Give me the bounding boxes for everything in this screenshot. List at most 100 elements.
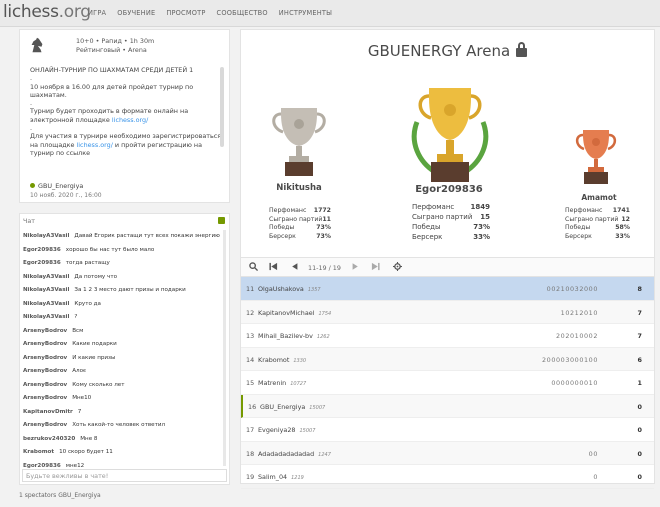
player-name[interactable]: GBU_Energiya 15007 — [260, 403, 325, 411]
player-username[interactable]: Krabomot — [258, 356, 289, 364]
nav-tools[interactable]: ИНСТРУМЕНТЫ — [279, 9, 332, 17]
chat-message: Egor209836 хорошо бы нас тут было мало — [23, 244, 221, 258]
standings-row[interactable]: 14 Krabomot 1330 200003000100 6 — [241, 347, 654, 371]
chat-message: Egor209836 тогда растащу — [23, 257, 221, 271]
lichess-link[interactable]: lichess.org/ — [77, 141, 113, 149]
podium-player-name[interactable]: Amamot — [559, 193, 639, 202]
player-name[interactable]: Salim_04 1219 — [258, 473, 304, 481]
chat-username[interactable]: Egor209836 — [23, 247, 61, 253]
chat-username[interactable]: ArsenyBodrov — [23, 328, 67, 334]
arena-title: GBUENERGY Arena — [241, 42, 654, 60]
player-username[interactable]: Mihail_Bazilev-bv — [258, 332, 313, 340]
chat-scrollbar[interactable] — [223, 230, 226, 466]
standings-row[interactable]: 17 Evgeniya28 15007 0 — [241, 418, 654, 442]
player-score: 1 — [637, 379, 642, 387]
player-rating: 1754 — [318, 310, 332, 317]
chat-username[interactable]: NikolayA3Vasil — [23, 233, 69, 239]
chat-panel: Чат NikolayA3Vasil Давай Егорик растащи т… — [19, 213, 230, 485]
podium-player-name[interactable]: Nikitusha — [259, 183, 339, 193]
previous-page-icon[interactable] — [291, 262, 299, 271]
first-page-icon[interactable] — [269, 262, 278, 271]
player-name[interactable]: Mihail_Bazilev-bv 1262 — [258, 332, 330, 340]
player-name[interactable]: Adadadadadadad 1247 — [258, 450, 331, 458]
nav-play[interactable]: ИГРА — [88, 9, 106, 17]
chat-username[interactable]: ArsenyBodrov — [23, 355, 67, 361]
site-logo[interactable]: lichess.org — [3, 2, 91, 22]
player-name[interactable]: Evgeniya28 15007 — [258, 426, 315, 434]
player-username[interactable]: GBU_Energiya — [260, 403, 305, 411]
chat-username[interactable]: ArsenyBodrov — [23, 341, 67, 347]
nav-community[interactable]: СООБЩЕСТВО — [217, 9, 268, 17]
stat-value: 73% — [316, 232, 331, 240]
last-page-icon[interactable] — [371, 262, 380, 271]
standings-row[interactable]: 12 KapitanovMichael 1754 10212010 7 — [241, 300, 654, 324]
chat-message: ArsenyBodrov Кому сколько лет — [23, 379, 221, 393]
stat-label: Победы — [269, 224, 295, 231]
chat-username[interactable]: Krabomot — [23, 449, 54, 455]
chat-username[interactable]: NikolayA3Vasil — [23, 274, 69, 280]
podium-first-stats: Перфоманс 1849 Сыграно партий 15 Победы 73%… — [412, 202, 490, 242]
tournament-description: ОНЛАЙН-ТУРНИР ПО ШАХМАТАМ СРЕДИ ДЕТЕЙ 1 … — [30, 66, 222, 196]
stat-value: 15 — [480, 213, 490, 221]
chat-text: Хоть какой-то человек ответил — [72, 422, 166, 428]
next-page-icon[interactable] — [351, 262, 359, 271]
stat-label: Сыграно партий — [412, 213, 473, 221]
chat-username[interactable]: NikolayA3Vasil — [23, 314, 69, 320]
lichess-link[interactable]: lichess.org/ — [112, 116, 148, 124]
chat-username[interactable]: NikolayA3Vasil — [23, 301, 69, 307]
chat-username[interactable]: Egor209836 — [23, 463, 61, 469]
search-icon[interactable] — [249, 262, 258, 271]
stat-value: 11 — [322, 215, 331, 223]
podium-player-name[interactable]: Egor209836 — [403, 184, 495, 195]
top-bar: lichess.org ИГРА ОБУЧЕНИЕ ПРОСМОТР СООБЩ… — [0, 0, 660, 27]
player-username[interactable]: Salim_04 — [258, 473, 287, 481]
player-username[interactable]: Evgeniya28 — [258, 426, 295, 434]
chat-message: NikolayA3Vasil Круто да — [23, 298, 221, 312]
player-score: 7 — [637, 308, 642, 317]
chat-username[interactable]: Egor209836 — [23, 260, 61, 266]
standings-row[interactable]: 11 OlgaUshakova 1357 00210032000 8 — [241, 277, 654, 301]
player-name[interactable]: Krabomot 1330 — [258, 356, 306, 364]
chat-username[interactable]: ArsenyBodrov — [23, 422, 67, 428]
creator-name[interactable]: GBU_Energiya — [38, 182, 83, 190]
standings-row[interactable]: 16 GBU_Energiya 15007 0 — [241, 394, 654, 418]
player-name[interactable]: OlgaUshakova 1357 — [258, 285, 321, 293]
chat-username[interactable]: NikolayA3Vasil — [23, 287, 69, 293]
podium-third-stats: Перфоманс 1741 Сыграно партий 12 Победы 58%… — [565, 207, 630, 241]
standings-row[interactable]: 19 Salim_04 1219 0 0 — [241, 465, 654, 489]
chat-message: NikolayA3Vasil Давай Егорик растащи тут в… — [23, 230, 221, 244]
standings-row[interactable]: 13 Mihail_Bazilev-bv 1262 202010002 7 — [241, 324, 654, 348]
silver-trophy-icon — [272, 108, 326, 176]
my-position-icon[interactable] — [393, 262, 402, 271]
chat-text: И какие призы — [72, 354, 116, 361]
standings-row[interactable]: 15 Matrenin 10727 0000000010 1 — [241, 371, 654, 395]
chat-username[interactable]: ArsenyBodrov — [23, 368, 67, 374]
logo-main[interactable]: lichess — [3, 2, 59, 22]
player-username[interactable]: Adadadadadadad — [258, 450, 314, 458]
description-scrollbar[interactable] — [220, 67, 224, 147]
chat-username[interactable]: ArsenyBodrov — [23, 395, 67, 401]
tournament-creator[interactable]: GBU_Energiya — [30, 182, 83, 190]
chat-message: ArsenyBodrov И какие призы — [23, 352, 221, 366]
stat-label: Победы — [565, 224, 591, 231]
standings-row[interactable]: 18 Adadadadadadad 1247 00 0 — [241, 441, 654, 465]
player-username[interactable]: OlgaUshakova — [258, 285, 304, 293]
player-score: 0 — [637, 473, 642, 481]
description-line: ОНЛАЙН-ТУРНИР ПО ШАХМАТАМ СРЕДИ ДЕТЕЙ 1 — [30, 66, 194, 74]
stat-value: 33% — [473, 233, 490, 241]
player-name[interactable]: KapitanovMichael 1754 — [258, 309, 331, 317]
chat-username[interactable]: KapitanovDmitr — [23, 409, 73, 415]
player-username[interactable]: KapitanovMichael — [258, 309, 314, 317]
chat-username[interactable]: bezrukov240320 — [23, 436, 75, 442]
chat-toggle-checkbox[interactable] — [218, 217, 225, 224]
stat-label: Победы — [412, 223, 441, 231]
logo-tld[interactable]: .org — [59, 2, 91, 22]
nav-watch[interactable]: ПРОСМОТР — [166, 9, 205, 17]
nav-learn[interactable]: ОБУЧЕНИЕ — [117, 9, 155, 17]
player-name[interactable]: Matrenin 10727 — [258, 379, 306, 387]
player-username[interactable]: Matrenin — [258, 379, 286, 387]
chat-text: Кому сколько лет — [72, 381, 125, 388]
score-sheet: 200003000100 — [542, 355, 598, 364]
chat-input[interactable]: Будьте вежливы в чате! — [22, 469, 227, 482]
chat-username[interactable]: ArsenyBodrov — [23, 382, 67, 388]
